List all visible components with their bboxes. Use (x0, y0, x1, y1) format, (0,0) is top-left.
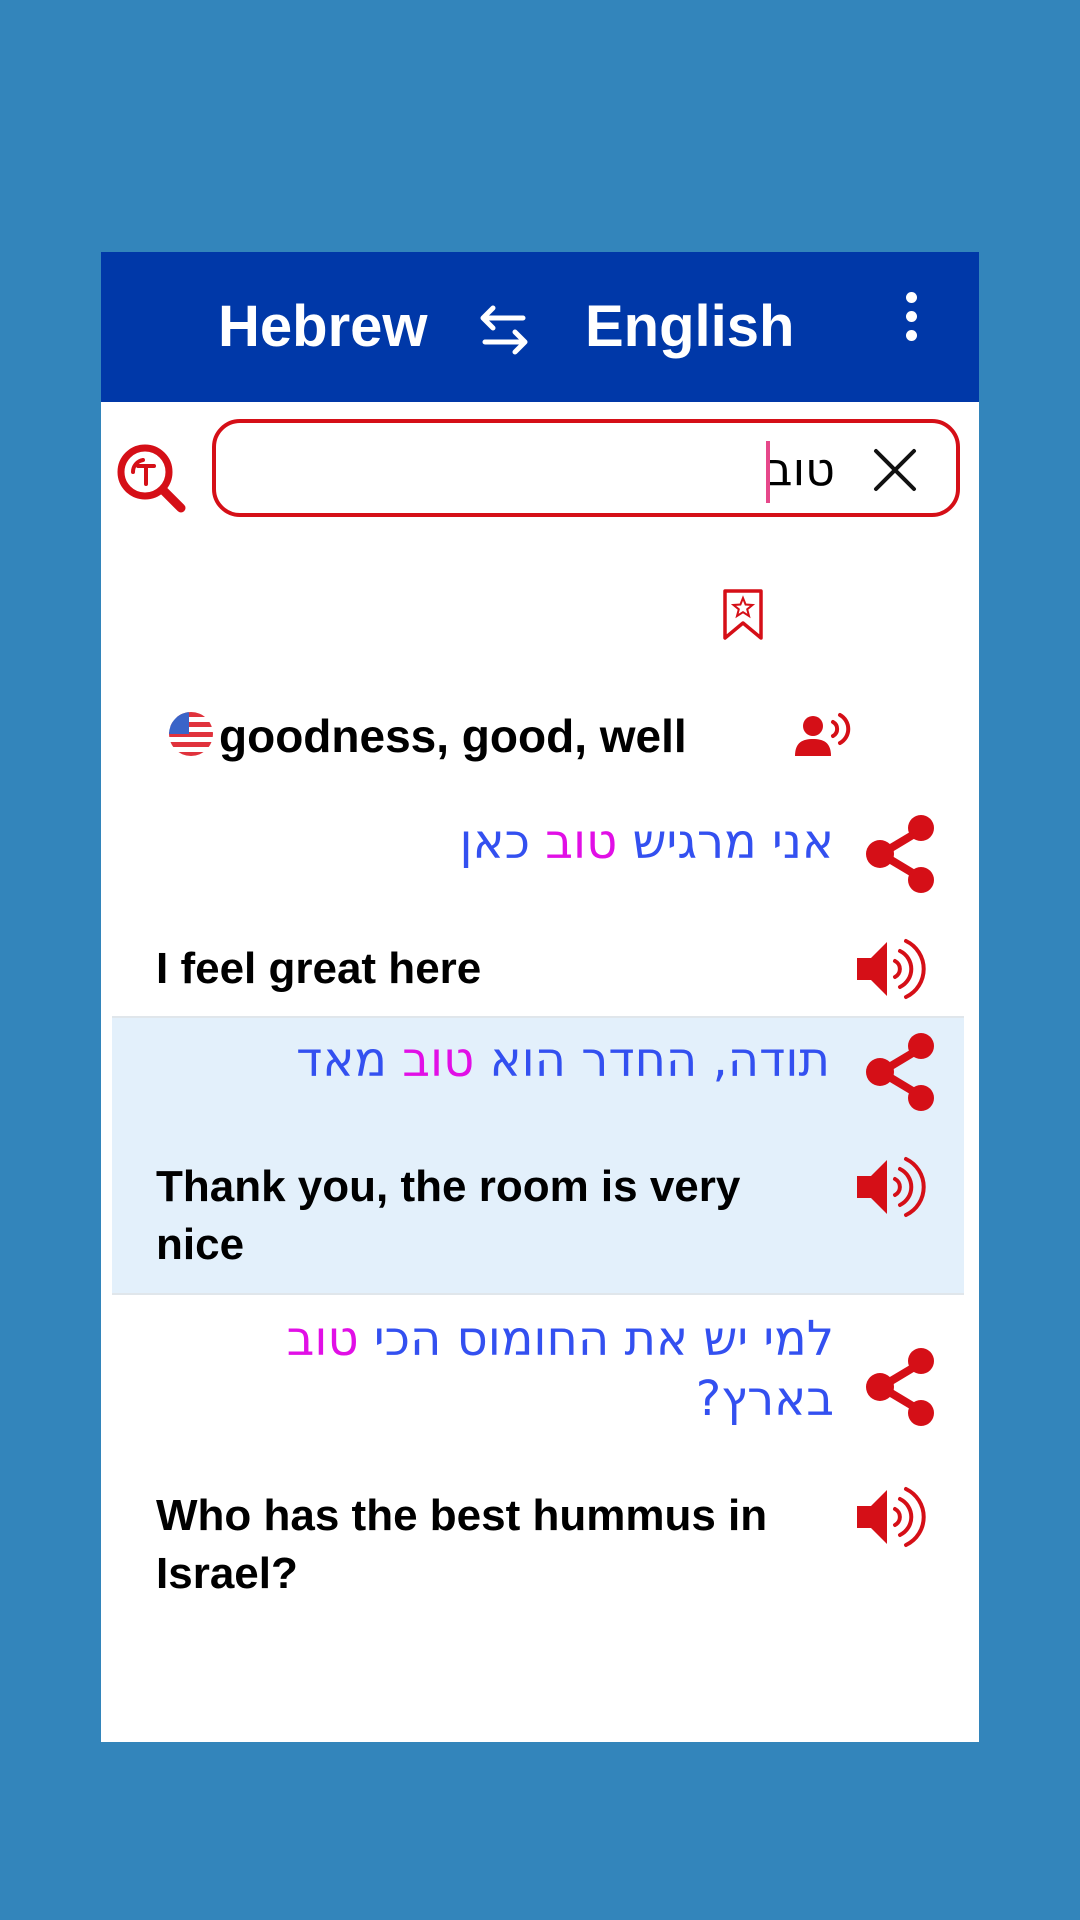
example-english: I feel great here (156, 944, 482, 993)
swap-arrows-icon[interactable] (479, 302, 529, 358)
example-hebrew: תודה, החדר הוא טוב מאד (296, 1030, 830, 1090)
hebrew-text: כאן (459, 814, 546, 870)
keyword-highlight: טוב (545, 814, 618, 870)
example-hebrew: אני מרגיש טוב כאן (459, 812, 834, 872)
search-input[interactable]: טוב (212, 419, 960, 517)
hebrew-text: תודה, החדר הוא (474, 1032, 830, 1088)
share-icon[interactable] (863, 1032, 939, 1112)
dictionary-card: Hebrew English טוב goodness, good, well … (101, 252, 979, 1742)
hebrew-text: מאד (296, 1032, 403, 1088)
top-bar: Hebrew English (101, 252, 979, 402)
example-english: Who has the best hummus in Israel? (156, 1491, 768, 1598)
bookmark-star-icon[interactable] (721, 588, 765, 642)
example-item-selected[interactable]: תודה, החדר הוא טוב מאד Thank you, the ro… (112, 1016, 964, 1295)
us-flag-icon (169, 712, 213, 756)
keyword-highlight: טוב (402, 1032, 475, 1088)
keyword-highlight: טוב (286, 1311, 359, 1367)
text-search-icon[interactable] (115, 442, 189, 516)
speaker-icon[interactable] (853, 1482, 929, 1552)
hebrew-text: למי יש את החומוס הכי (358, 1311, 834, 1367)
source-language-button[interactable]: Hebrew (218, 292, 428, 362)
speaking-person-icon[interactable] (795, 712, 851, 758)
text-caret (766, 441, 770, 503)
search-value[interactable]: טוב (766, 443, 835, 495)
example-item: אני מרגיש טוב כאן I feel great here (101, 792, 979, 999)
speaker-icon[interactable] (853, 1152, 929, 1222)
more-vertical-icon[interactable] (901, 292, 921, 352)
hebrew-text: אני מרגיש (617, 814, 834, 870)
meaning-text: goodness, good, well (219, 710, 687, 762)
speaker-icon[interactable] (853, 934, 929, 1004)
meaning-row: goodness, good, well (169, 700, 929, 770)
close-icon[interactable] (872, 447, 918, 493)
hebrew-text: בארץ? (695, 1371, 834, 1427)
share-icon[interactable] (863, 1347, 939, 1427)
share-icon[interactable] (863, 814, 939, 894)
example-hebrew: למי יש את החומוס הכי טוב בארץ? (214, 1309, 834, 1429)
target-language-button[interactable]: English (585, 292, 794, 362)
example-english: Thank you, the room is very nice (156, 1162, 741, 1269)
example-item: למי יש את החומוס הכי טוב בארץ? Who has t… (101, 1297, 979, 1677)
